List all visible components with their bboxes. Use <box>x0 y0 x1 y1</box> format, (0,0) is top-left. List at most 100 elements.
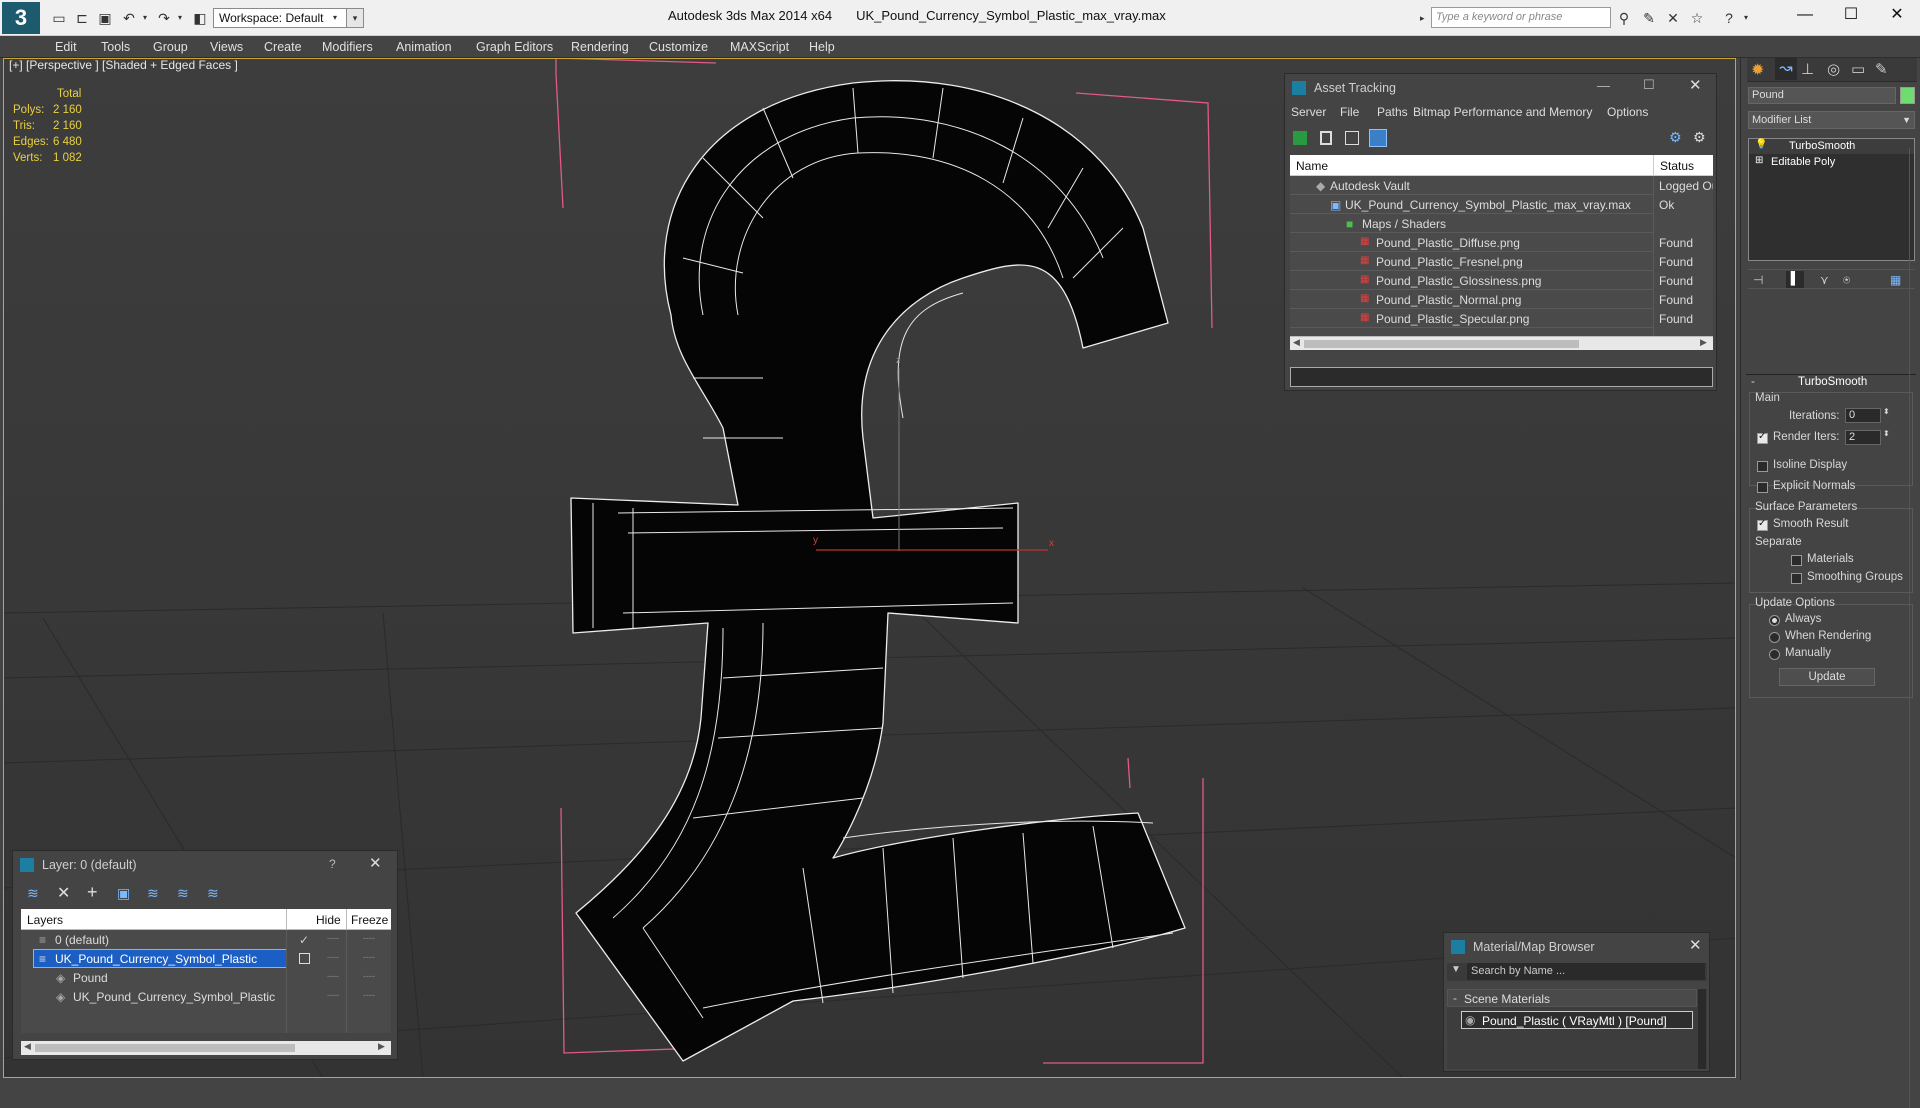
command-panel-scrollbar[interactable] <box>1909 148 1919 1108</box>
asset-row[interactable]: ▦ Pound_Plastic_Diffuse.png <box>1290 233 1653 252</box>
scroll-left-icon[interactable]: ◀ <box>24 1041 31 1052</box>
update-always-radio[interactable] <box>1769 615 1780 626</box>
menu-tools[interactable]: Tools <box>101 36 130 58</box>
object-name-field[interactable]: Pound <box>1748 87 1896 104</box>
close-button[interactable]: ✕ <box>1874 2 1920 28</box>
open-file-icon[interactable]: ⊏ <box>73 9 91 27</box>
asset-maximize-button[interactable]: ☐ <box>1643 77 1655 93</box>
help-icon[interactable]: ? <box>1720 9 1738 27</box>
vault-settings-icon[interactable]: ⚙ <box>1693 129 1706 146</box>
scroll-left-icon[interactable]: ◀ <box>1293 337 1300 348</box>
col-hide-header[interactable]: Hide <box>316 913 341 927</box>
menu-animation[interactable]: Animation <box>396 36 452 58</box>
menu-create[interactable]: Create <box>264 36 302 58</box>
pin-stack-icon[interactable]: ⊣ <box>1753 273 1763 287</box>
col-freeze-header[interactable]: Freeze <box>351 913 388 927</box>
expand-plus-icon[interactable]: ⊞ <box>1755 155 1763 166</box>
thumbnail-view-icon[interactable] <box>1345 131 1359 145</box>
layer-freeze-toggle[interactable]: ---- <box>363 971 375 981</box>
delete-layer-icon[interactable]: ✕ <box>57 883 70 903</box>
asset-row[interactable]: ▦ Pound_Plastic_Fresnel.png <box>1290 252 1653 271</box>
binoculars-icon[interactable]: ⚲ <box>1615 9 1633 27</box>
display-tab-icon[interactable]: ▭ <box>1851 60 1865 78</box>
asset-row[interactable]: ◆ Autodesk Vault <box>1290 176 1653 195</box>
layer-freeze-toggle[interactable]: ---- <box>363 952 375 962</box>
col-layers-header[interactable]: Layers <box>27 913 63 927</box>
light-bulb-icon[interactable]: 💡 <box>1755 139 1767 150</box>
menu-edit[interactable]: Edit <box>55 36 77 58</box>
asset-row[interactable]: ▦ Pound_Plastic_Glossiness.png <box>1290 271 1653 290</box>
menu-rendering[interactable]: Rendering <box>571 36 629 58</box>
active-layer-check-icon[interactable]: ✓ <box>299 933 309 947</box>
stack-item[interactable]: 💡 TurboSmooth <box>1749 139 1914 154</box>
create-tab-icon[interactable]: ✹ <box>1751 60 1764 80</box>
asset-close-button[interactable]: ✕ <box>1689 76 1702 94</box>
create-layer-icon[interactable]: ≋ <box>27 885 39 902</box>
modify-tab-icon[interactable]: ↝ <box>1775 58 1797 80</box>
menu-group[interactable]: Group <box>153 36 188 58</box>
layer-hide-toggle[interactable]: ---- <box>327 971 339 981</box>
layer-row-selected[interactable]: ≡ UK_Pound_Currency_Symbol_Plastic ---- … <box>21 949 391 968</box>
motion-tab-icon[interactable]: ◎ <box>1827 60 1840 78</box>
search-input[interactable]: Type a keyword or phrase <box>1431 7 1611 28</box>
render-iters-checkbox[interactable]: ✓ <box>1757 431 1768 444</box>
asset-horizontal-scrollbar[interactable]: ◀ ▶ <box>1290 336 1713 350</box>
undo-dropdown-icon[interactable]: ▾ <box>136 9 154 27</box>
explicit-normals-checkbox[interactable] <box>1757 482 1768 493</box>
separate-materials-checkbox[interactable] <box>1791 555 1802 566</box>
refresh-icon[interactable] <box>1293 131 1307 145</box>
layer-close-button[interactable]: ✕ <box>369 854 382 872</box>
scrollbar-thumb[interactable] <box>35 1044 295 1052</box>
layer-freeze-toggle[interactable]: ---- <box>363 933 375 943</box>
asset-row[interactable]: ▦ Pound_Plastic_Normal.png <box>1290 290 1653 309</box>
hierarchy-tab-icon[interactable]: ⊥ <box>1801 60 1814 78</box>
configure-modifier-sets-icon[interactable]: ▦ <box>1890 273 1901 287</box>
favorites-star-icon[interactable]: ☆ <box>1688 9 1706 27</box>
col-name-header[interactable]: Name <box>1296 159 1328 173</box>
app-logo-icon[interactable]: 3 <box>2 2 40 34</box>
material-item[interactable]: ◉ Pound_Plastic ( VRayMtl ) [Pound] <box>1461 1011 1693 1029</box>
menu-maxscript[interactable]: MAXScript <box>730 36 789 58</box>
update-manually-radio[interactable] <box>1769 649 1780 660</box>
scene-materials-group[interactable]: - Scene Materials <box>1447 989 1697 1007</box>
asset-row[interactable]: ▣ UK_Pound_Currency_Symbol_Plastic_max_vr… <box>1290 195 1653 214</box>
select-objects-icon[interactable]: ▣ <box>117 885 130 902</box>
spinner-arrows-icon[interactable]: ⬍ <box>1883 429 1890 438</box>
subscription-icon[interactable]: ✎ <box>1640 9 1658 27</box>
asset-menu-server[interactable]: Server <box>1291 105 1326 119</box>
smooth-result-checkbox[interactable]: ✓ <box>1757 518 1768 531</box>
make-unique-icon[interactable]: ⋎ <box>1820 273 1829 287</box>
menu-customize[interactable]: Customize <box>649 36 708 58</box>
new-file-icon[interactable]: ▭ <box>50 9 68 27</box>
communication-icon[interactable]: ✕ <box>1664 9 1682 27</box>
layer-help-button[interactable]: ? <box>329 857 336 871</box>
redo-dropdown-icon[interactable]: ▾ <box>171 9 189 27</box>
help-dropdown-icon[interactable]: ▾ <box>1737 9 1755 27</box>
layer-row[interactable]: ◈ Pound ---- ---- <box>21 968 391 987</box>
asset-menu-paths[interactable]: Paths <box>1377 105 1408 119</box>
list-view-icon[interactable] <box>1320 131 1332 145</box>
highlight-layers-icon[interactable]: ≋ <box>147 885 159 902</box>
layer-horizontal-scrollbar[interactable]: ◀ ▶ <box>21 1041 391 1055</box>
update-button[interactable]: Update <box>1779 668 1875 686</box>
collapse-icon[interactable]: - <box>1453 991 1457 1005</box>
viewport-label[interactable]: [+] [Perspective ] [Shaded + Edged Faces… <box>9 58 238 72</box>
remove-modifier-icon[interactable]: ⍟ <box>1843 273 1850 288</box>
menu-modifiers[interactable]: Modifiers <box>322 36 373 58</box>
object-color-swatch[interactable] <box>1900 87 1915 104</box>
asset-path-field[interactable] <box>1290 367 1713 387</box>
layer-row[interactable]: ◈ UK_Pound_Currency_Symbol_Plastic ---- … <box>21 987 391 1006</box>
add-to-layer-icon[interactable]: + <box>87 882 98 903</box>
maximize-button[interactable]: ☐ <box>1828 2 1874 28</box>
iterations-spinner[interactable]: 0 <box>1845 408 1881 423</box>
modifier-list-dropdown[interactable]: Modifier List ▼ <box>1748 111 1915 129</box>
render-iters-spinner[interactable]: 2 <box>1845 430 1881 445</box>
asset-menu-bitmap[interactable]: Bitmap Performance and Memory <box>1413 105 1592 119</box>
freeze-all-layers-icon[interactable]: ≋ <box>207 885 219 902</box>
material-search-input[interactable]: Search by Name ... <box>1467 963 1705 980</box>
table-view-icon[interactable] <box>1369 129 1387 147</box>
project-folder-icon[interactable]: ◧ <box>191 9 209 27</box>
asset-minimize-button[interactable]: — <box>1597 78 1610 93</box>
menu-graph-editors[interactable]: Graph Editors <box>476 36 553 58</box>
stack-item[interactable]: ⊞ Editable Poly <box>1749 155 1914 170</box>
